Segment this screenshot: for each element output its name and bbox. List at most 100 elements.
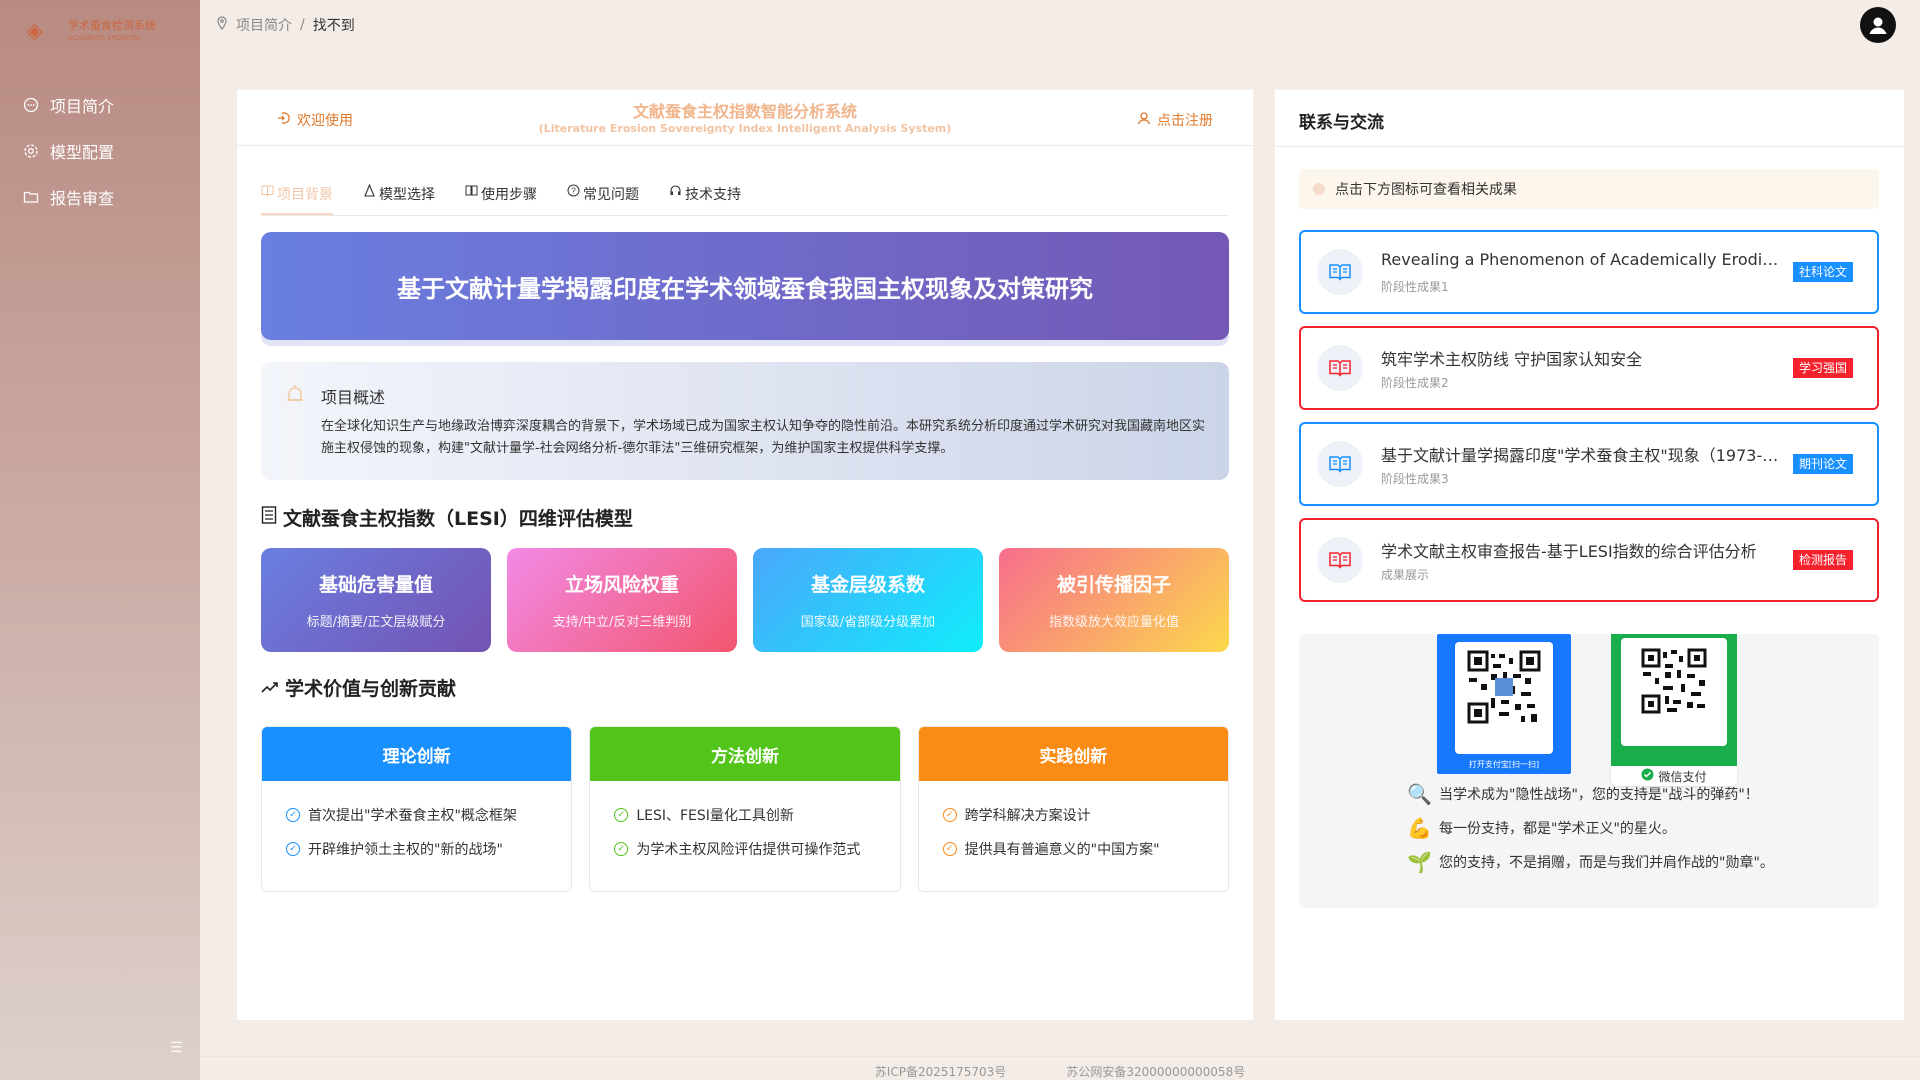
- innovation-card-title: 理论创新: [262, 727, 572, 781]
- avatar[interactable]: [1860, 7, 1896, 43]
- metric-card[interactable]: 立场风险权重 支持/中立/反对三维判别: [507, 548, 737, 652]
- metric-title: 被引传播因子: [1056, 574, 1171, 596]
- result-subtitle: 阶段性成果3: [1381, 472, 1449, 486]
- qr-code-icon: [1467, 650, 1541, 724]
- result-item[interactable]: 学术文献主权审查报告-基于LESI指数的综合评估分析 成果展示 检测报告: [1299, 518, 1879, 602]
- sidebar-item-intro[interactable]: 项目简介: [0, 82, 200, 128]
- folder-icon: [22, 188, 40, 206]
- pledge-line: 🌱 您的支持，不是捐赠，而是与我们并肩作战的"勋章"。: [1407, 850, 1774, 874]
- svg-text:?: ?: [571, 187, 576, 196]
- metric-card[interactable]: 基金层级系数 国家级/省部级分级累加: [753, 548, 983, 652]
- item-text: 开辟维护领土主权的"新的战场": [308, 842, 503, 858]
- trend-icon: [261, 677, 279, 699]
- result-subtitle: 阶段性成果2: [1381, 376, 1449, 390]
- metric-subtitle: 标题/摘要/正文层级赋分: [306, 615, 446, 630]
- breadcrumb-parent[interactable]: 项目简介: [236, 15, 292, 35]
- breadcrumb: 项目简介 / 找不到: [216, 15, 355, 35]
- sidebar-item-model[interactable]: 模型配置: [0, 128, 200, 174]
- result-subtitle: 阶段性成果1: [1381, 280, 1449, 294]
- logo-mark-icon: ◈: [26, 19, 43, 44]
- tab-bar: 项目背景 模型选择 使用步骤 ? 常见问题 技术支持: [261, 180, 1229, 216]
- tab-usage-steps[interactable]: 使用步骤: [465, 180, 537, 215]
- tab-tech-support[interactable]: 技术支持: [669, 180, 741, 215]
- magnifier-icon: 🔍: [1407, 782, 1432, 806]
- wechat-qr-card[interactable]: [1611, 634, 1737, 774]
- location-icon: [216, 16, 228, 34]
- value-title: 学术价值与创新贡献: [285, 678, 457, 700]
- check-circle-icon: ✓: [286, 808, 300, 822]
- result-item[interactable]: 筑牢学术主权防线 守护国家认知安全 阶段性成果2 学习强国: [1299, 326, 1879, 410]
- list-item: ✓ 为学术主权风险评估提供可操作范式: [614, 839, 899, 859]
- metric-card[interactable]: 基础危害量值 标题/摘要/正文层级赋分: [261, 548, 491, 652]
- tab-label: 常见问题: [583, 187, 639, 203]
- result-item[interactable]: Revealing a Phenomenon of Academically E…: [1299, 230, 1879, 314]
- list-item: ✓ 首次提出"学术蚕食主权"概念框架: [286, 805, 571, 825]
- register-link[interactable]: 点击注册: [1137, 110, 1213, 130]
- flexed-arm-icon: 💪: [1407, 816, 1432, 840]
- divider: [1275, 146, 1904, 147]
- pledge-text: 每一份支持，都是"学术正义"的星火。: [1439, 821, 1676, 837]
- main-card: 欢迎使用 文献蚕食主权指数智能分析系统 (Literature Erosion …: [237, 90, 1253, 1020]
- result-title: 筑牢学术主权防线 守护国家认知安全: [1381, 350, 1643, 369]
- pledge-text: 您的支持，不是捐赠，而是与我们并肩作战的"勋章"。: [1439, 855, 1774, 871]
- check-circle-icon: ✓: [614, 808, 629, 822]
- pledge-line: 🔍 当学术成为"隐性战场"，您的支持是"战斗的弹药"！: [1407, 782, 1759, 806]
- open-book-icon: [1317, 345, 1363, 391]
- metric-card[interactable]: 被引传播因子 指数级放大效应量化值: [999, 548, 1229, 652]
- result-title: 基于文献计量学揭露印度"学术蚕食主权"现象（1973-2023）: [1381, 446, 1786, 465]
- metric-title: 立场风险权重: [564, 574, 679, 596]
- result-item[interactable]: 基于文献计量学揭露印度"学术蚕食主权"现象（1973-2023） 阶段性成果3 …: [1299, 422, 1879, 506]
- overview-text: 在全球化知识生产与地缘政治博弈深度耦合的背景下，学术场域已成为国家主权认知争夺的…: [321, 419, 1206, 456]
- contact-tip: 点击下方图标可查看相关成果: [1299, 169, 1879, 209]
- alarm-icon: [285, 384, 305, 404]
- info-dot-icon: [1313, 183, 1325, 195]
- user-outline-icon: [1137, 111, 1151, 129]
- sidebar-item-label: 报告审查: [50, 189, 115, 208]
- metric-subtitle: 支持/中立/反对三维判别: [552, 615, 692, 630]
- document-icon: [261, 506, 277, 529]
- open-book-icon: [1317, 441, 1363, 487]
- open-book-icon: [1317, 249, 1363, 295]
- police-record[interactable]: 苏公网安备32000000000058号: [1066, 1063, 1245, 1080]
- collapse-menu-icon[interactable]: ☰: [170, 1040, 183, 1056]
- alipay-qr-card[interactable]: 打开支付宝[扫一扫]: [1437, 634, 1571, 774]
- breadcrumb-current: 找不到: [312, 18, 355, 34]
- tab-label: 使用步骤: [481, 187, 537, 203]
- result-title: Revealing a Phenomenon of Academically E…: [1381, 250, 1786, 269]
- metric-subtitle: 指数级放大效应量化值: [1048, 615, 1179, 630]
- check-circle-icon: ✓: [614, 842, 629, 856]
- logo-subtext: ACADEMIC EROSION: [68, 34, 140, 42]
- item-text: LESI、FESI量化工具创新: [636, 808, 794, 824]
- contact-card: 联系与交流 点击下方图标可查看相关成果 Revealing a Phenomen…: [1275, 90, 1904, 1020]
- donation-panel: 打开支付宝[扫一扫] 微信支付 🔍 当学术成为"隐性战场"，您的支持是"战斗的弹…: [1299, 634, 1879, 908]
- check-circle-icon: ✓: [942, 842, 957, 856]
- system-subtitle: (Literature Erosion Sovereignty Index In…: [538, 122, 952, 135]
- list-item: ✓ LESI、FESI量化工具创新: [614, 805, 899, 825]
- tab-model-select[interactable]: 模型选择: [363, 180, 435, 215]
- tab-background[interactable]: 项目背景: [261, 180, 333, 215]
- reader-icon: [465, 184, 478, 201]
- tip-text: 点击下方图标可查看相关成果: [1335, 182, 1517, 198]
- model-section-title: 文献蚕食主权指数（LESI）四维评估模型: [261, 504, 633, 531]
- metric-title: 基础危害量值: [318, 574, 433, 596]
- model-icon: [363, 183, 376, 201]
- sidebar: ◈ 学术蚕食检测系统 ACADEMIC EROSION 项目简介 模型配置 报告…: [0, 0, 200, 1080]
- metric-subtitle: 国家级/省部级分级累加: [800, 615, 936, 630]
- result-subtitle: 成果展示: [1381, 568, 1430, 582]
- check-circle-icon: ✓: [942, 808, 957, 822]
- open-book-icon: [1317, 537, 1363, 583]
- result-badge: 检测报告: [1792, 550, 1853, 570]
- project-overview: 项目概述 在全球化知识生产与地缘政治博弈深度耦合的背景下，学术场域已成为国家主权…: [261, 362, 1229, 480]
- user-icon: [1869, 17, 1887, 34]
- sidebar-item-report[interactable]: 报告审查: [0, 174, 200, 220]
- model-title: 文献蚕食主权指数（LESI）四维评估模型: [283, 508, 633, 530]
- register-label: 点击注册: [1157, 113, 1213, 129]
- innovation-card: 方法创新 ✓ LESI、FESI量化工具创新 ✓ 为学术主权风险评估提供可操作范…: [589, 726, 901, 892]
- icp-record[interactable]: 苏ICP备2025175703号: [875, 1063, 1007, 1080]
- tab-label: 技术支持: [685, 187, 741, 203]
- logo[interactable]: ◈ 学术蚕食检测系统 ACADEMIC EROSION: [26, 12, 166, 52]
- tab-faq[interactable]: ? 常见问题: [567, 180, 639, 215]
- topbar: 项目简介 / 找不到: [200, 0, 1920, 50]
- tab-label: 模型选择: [379, 187, 435, 203]
- qr-code-icon: [1641, 648, 1707, 714]
